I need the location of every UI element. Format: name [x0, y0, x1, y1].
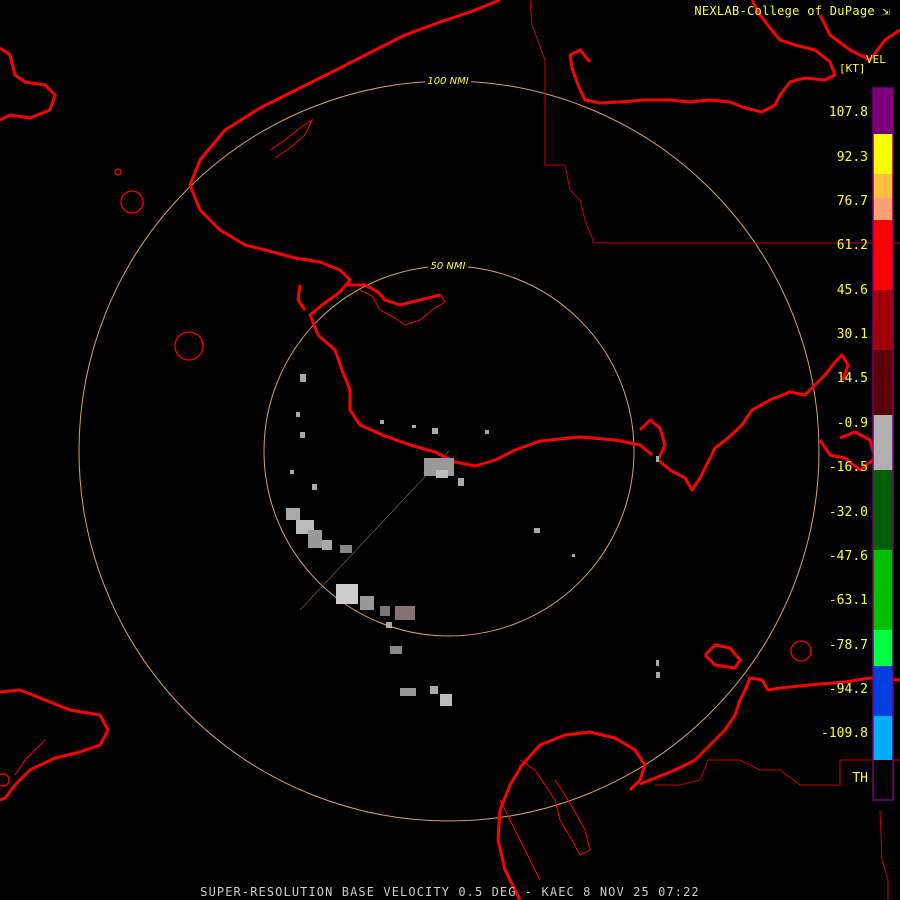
- radar-map: 100 NMI 50 NMI: [0, 0, 900, 900]
- credit-text[interactable]: NEXLAB-College of DuPage ⇲: [694, 4, 890, 18]
- scale-label: -94.2: [828, 682, 868, 697]
- ring-label-100: 100 NMI: [427, 76, 468, 87]
- colorbar-title: VEL: [866, 53, 886, 66]
- scale-label: 76.7: [836, 194, 868, 209]
- scale-label: 92.3: [836, 150, 868, 165]
- external-link-icon: ⇲: [882, 4, 890, 18]
- velocity-colorbar: [872, 87, 894, 801]
- scale-label: -16.5: [828, 460, 868, 475]
- ring-label-50: 50 NMI: [431, 261, 466, 272]
- scale-label: -109.8: [821, 726, 868, 741]
- colorbar-unit: [KT]: [839, 62, 866, 75]
- scale-label: 14.5: [836, 371, 868, 386]
- product-title: SUPER-RESOLUTION BASE VELOCITY 0.5 DEG -…: [200, 885, 700, 899]
- scale-label: -63.1: [828, 593, 868, 608]
- scale-label: 61.2: [836, 238, 868, 253]
- scale-label: -78.7: [828, 638, 868, 653]
- scale-label: TH: [852, 771, 868, 786]
- scale-label: -32.0: [828, 505, 868, 520]
- scale-label: 45.6: [836, 283, 868, 298]
- scale-label: 30.1: [836, 327, 868, 342]
- scale-label: 107.8: [828, 105, 868, 120]
- scale-label: -47.6: [828, 549, 868, 564]
- scale-label: -0.9: [836, 416, 868, 431]
